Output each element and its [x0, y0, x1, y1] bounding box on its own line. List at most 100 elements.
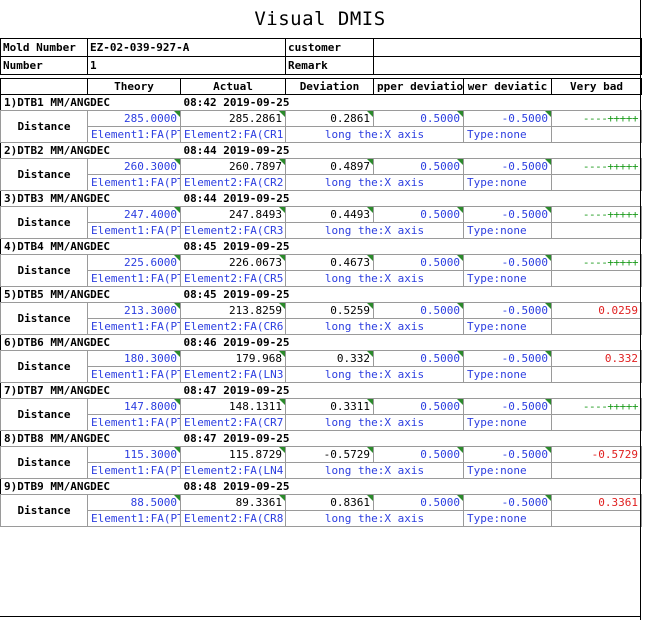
- section-time: 08:45 2019-09-25: [180, 238, 642, 255]
- very-bad-value[interactable]: 0.0259: [551, 302, 642, 319]
- very-bad-value[interactable]: ----+++++: [551, 206, 642, 223]
- column-header-row: Theory Actual Deviation pper deviatio we…: [0, 78, 642, 95]
- empty-cell: [551, 318, 642, 335]
- deviation-value[interactable]: 0.2861: [285, 110, 374, 127]
- actual-value[interactable]: 260.7897: [180, 158, 286, 175]
- lower-tolerance-value[interactable]: -0.5000: [463, 302, 552, 319]
- theory-value[interactable]: 225.6000: [87, 254, 181, 271]
- empty-cell: [551, 462, 642, 479]
- lower-tolerance-value[interactable]: -0.5000: [463, 206, 552, 223]
- element1-label: Element1:FA(PT1): [87, 414, 181, 431]
- theory-value[interactable]: 147.8000: [87, 398, 181, 415]
- column-header-actual: Actual: [180, 78, 286, 95]
- theory-value[interactable]: 213.3000: [87, 302, 181, 319]
- number-value[interactable]: 1: [87, 56, 286, 75]
- deviation-value[interactable]: 0.3311: [285, 398, 374, 415]
- deviation-value[interactable]: 0.332: [285, 350, 374, 367]
- section-time: 08:44 2019-09-25: [180, 142, 642, 159]
- section-label: 4)DTB4 MM/ANGDEC: [0, 238, 181, 255]
- empty-cell: [551, 366, 642, 383]
- measurement-row: Distance 247.4000 247.8493 0.4493 0.5000 -0.5…: [0, 206, 642, 239]
- element2-label: Element2:FA(CR3): [180, 222, 286, 239]
- very-bad-value[interactable]: -0.5729: [551, 446, 642, 463]
- theory-value[interactable]: 285.0000: [87, 110, 181, 127]
- section-time: 08:42 2019-09-25: [180, 94, 642, 111]
- actual-value[interactable]: 247.8493: [180, 206, 286, 223]
- deviation-value[interactable]: 0.5259: [285, 302, 374, 319]
- very-bad-value[interactable]: ----+++++: [551, 254, 642, 271]
- element2-label: Element2:FA(CR1): [180, 126, 286, 143]
- type-label: Type:none: [463, 126, 552, 143]
- remark-value[interactable]: [373, 56, 642, 75]
- very-bad-value[interactable]: ----+++++: [551, 158, 642, 175]
- element1-label: Element1:FA(PT1): [87, 174, 181, 191]
- lower-tolerance-value[interactable]: -0.5000: [463, 446, 552, 463]
- section-row: 6)DTB6 MM/ANGDEC 08:46 2019-09-25: [0, 334, 642, 351]
- distance-label: Distance: [0, 254, 88, 287]
- upper-tolerance-value[interactable]: 0.5000: [373, 206, 464, 223]
- element1-label: Element1:FA(PT1): [87, 366, 181, 383]
- long-axis-label: long the:X axis: [285, 126, 464, 143]
- empty-cell: [551, 222, 642, 239]
- theory-value[interactable]: 247.4000: [87, 206, 181, 223]
- element1-label: Element1:FA(PT1): [87, 318, 181, 335]
- lower-tolerance-value[interactable]: -0.5000: [463, 158, 552, 175]
- theory-value[interactable]: 180.3000: [87, 350, 181, 367]
- measurement-table-body: Theory Actual Deviation pper deviatio we…: [0, 78, 642, 527]
- very-bad-value[interactable]: 0.332: [551, 350, 642, 367]
- deviation-value[interactable]: 0.4897: [285, 158, 374, 175]
- upper-tolerance-value[interactable]: 0.5000: [373, 350, 464, 367]
- upper-tolerance-value[interactable]: 0.5000: [373, 398, 464, 415]
- lower-tolerance-value[interactable]: -0.5000: [463, 398, 552, 415]
- upper-tolerance-value[interactable]: 0.5000: [373, 110, 464, 127]
- section-time: 08:46 2019-09-25: [180, 334, 642, 351]
- element-info-row: Element1:FA(PT1)Element2:FA(CR8)long the…: [1, 510, 642, 527]
- section-label: 2)DTB2 MM/ANGDEC: [0, 142, 181, 159]
- actual-value[interactable]: 115.8729: [180, 446, 286, 463]
- lower-tolerance-value[interactable]: -0.5000: [463, 254, 552, 271]
- very-bad-value[interactable]: ----+++++: [551, 398, 642, 415]
- mold-number-value[interactable]: EZ-02-039-927-A: [87, 38, 286, 57]
- actual-value[interactable]: 148.1311: [180, 398, 286, 415]
- empty-cell: [551, 270, 642, 287]
- column-header-lower: wer deviatic: [463, 78, 552, 95]
- customer-value[interactable]: [373, 38, 642, 57]
- upper-tolerance-value[interactable]: 0.5000: [373, 446, 464, 463]
- very-bad-value[interactable]: 0.3361: [551, 494, 642, 511]
- actual-value[interactable]: 89.3361: [180, 494, 286, 511]
- lower-tolerance-value[interactable]: -0.5000: [463, 494, 552, 511]
- very-bad-value[interactable]: ----+++++: [551, 110, 642, 127]
- deviation-value[interactable]: 0.4493: [285, 206, 374, 223]
- actual-value[interactable]: 285.2861: [180, 110, 286, 127]
- theory-value[interactable]: 115.3000: [87, 446, 181, 463]
- long-axis-label: long the:X axis: [285, 366, 464, 383]
- theory-value[interactable]: 88.5000: [87, 494, 181, 511]
- actual-value[interactable]: 213.8259: [180, 302, 286, 319]
- element2-label: Element2:FA(CR2): [180, 174, 286, 191]
- deviation-value[interactable]: -0.5729: [285, 446, 374, 463]
- element2-label: Element2:FA(LN4): [180, 462, 286, 479]
- deviation-value[interactable]: 0.8361: [285, 494, 374, 511]
- section-row: 9)DTB9 MM/ANGDEC 08:48 2019-09-25: [0, 478, 642, 495]
- upper-tolerance-value[interactable]: 0.5000: [373, 494, 464, 511]
- lower-tolerance-value[interactable]: -0.5000: [463, 110, 552, 127]
- upper-tolerance-value[interactable]: 0.5000: [373, 254, 464, 271]
- measurement-row: Distance 213.3000 213.8259 0.5259 0.5000 -0.5…: [0, 302, 642, 335]
- actual-value[interactable]: 226.0673: [180, 254, 286, 271]
- remark-label: Remark: [285, 56, 374, 75]
- element-info-row: Element1:FA(PT1)Element2:FA(LN4)long the…: [1, 462, 642, 479]
- lower-tolerance-value[interactable]: -0.5000: [463, 350, 552, 367]
- element-info-row: Element1:FA(PT1)Element2:FA(LN3)long the…: [1, 366, 642, 383]
- section-label: 1)DTB1 MM/ANGDEC: [0, 94, 181, 111]
- theory-value[interactable]: 260.3000: [87, 158, 181, 175]
- element2-label: Element2:FA(LN3): [180, 366, 286, 383]
- upper-tolerance-value[interactable]: 0.5000: [373, 158, 464, 175]
- report-sheet: Visual DMIS Mold Number EZ-02-039-927-A …: [0, 0, 647, 620]
- element1-label: Element1:FA(PT1): [87, 126, 181, 143]
- deviation-value[interactable]: 0.4673: [285, 254, 374, 271]
- section-time: 08:47 2019-09-25: [180, 430, 642, 447]
- upper-tolerance-value[interactable]: 0.5000: [373, 302, 464, 319]
- section-row: 3)DTB3 MM/ANGDEC 08:44 2019-09-25: [0, 190, 642, 207]
- actual-value[interactable]: 179.968: [180, 350, 286, 367]
- type-label: Type:none: [463, 462, 552, 479]
